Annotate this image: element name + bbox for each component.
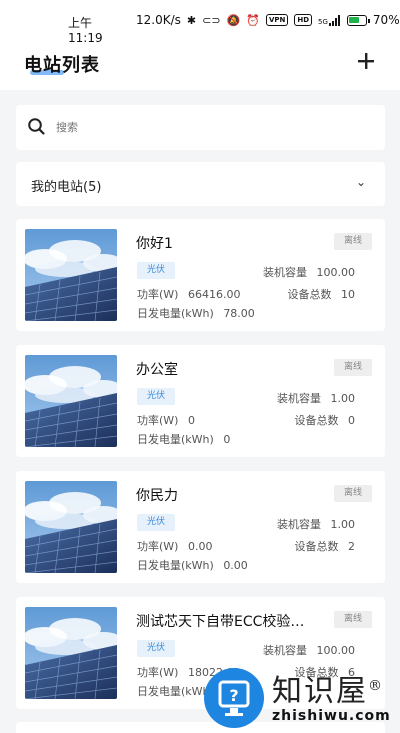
watermark-logo: ? 知识屋® zhishiwu.com bbox=[200, 664, 400, 733]
station-filter-dropdown[interactable]: 我的电站(5) ⌄ bbox=[16, 162, 385, 206]
search-icon bbox=[28, 118, 45, 135]
network-speed: 12.0K/s bbox=[136, 13, 181, 27]
solar-panel-image bbox=[25, 607, 117, 699]
bluetooth-icon: ✱ bbox=[186, 13, 197, 27]
battery-percent: 70% bbox=[372, 13, 400, 27]
power-value: 0 bbox=[187, 414, 195, 427]
alarm-icon: ⏰ bbox=[246, 13, 260, 27]
device-row: 设备总数 10 bbox=[288, 286, 356, 302]
solar-panel-image bbox=[25, 481, 117, 573]
station-thumbnail bbox=[25, 607, 117, 699]
energy-row: 日发电量(kWh) 0.00 bbox=[137, 557, 248, 573]
station-thumbnail bbox=[25, 229, 117, 321]
station-thumbnail bbox=[25, 355, 117, 447]
station-filter-label: 我的电站(5) bbox=[31, 180, 102, 195]
watermark-cn: 知识屋 bbox=[272, 674, 368, 709]
registered-mark: ® bbox=[368, 678, 384, 694]
svg-text:?: ? bbox=[229, 686, 238, 705]
energy-row: 日发电量(kWh) 0 bbox=[137, 431, 230, 447]
station-name: 测试芯天下自带ECC校验… bbox=[136, 614, 305, 630]
power-label: 功率(W) bbox=[137, 288, 179, 301]
status-badge: 离线 bbox=[334, 233, 372, 250]
energy-label: 日发电量(kWh) bbox=[137, 307, 214, 320]
device-value: 0 bbox=[348, 414, 355, 427]
capacity-value: 100.00 bbox=[316, 266, 356, 279]
capacity-value: 100.00 bbox=[316, 644, 356, 657]
capacity-row: 装机容量 100.00 bbox=[263, 642, 355, 658]
search-input[interactable] bbox=[56, 117, 356, 137]
energy-value: 0 bbox=[223, 433, 231, 446]
power-value: 66416.00 bbox=[187, 288, 241, 301]
capacity-label: 装机容量 bbox=[277, 392, 321, 405]
chevron-down-icon: ⌄ bbox=[356, 175, 367, 189]
watermark-cn-text: 知识屋® bbox=[272, 666, 384, 710]
energy-label: 日发电量(kWh) bbox=[137, 559, 214, 572]
station-card[interactable]: 你好1 离线 光伏 装机容量 100.00 功率(W) 66416.00 设备总… bbox=[16, 219, 385, 331]
power-row: 功率(W) 66416.00 bbox=[137, 286, 240, 302]
capacity-row: 装机容量 1.00 bbox=[277, 516, 355, 532]
device-row: 设备总数 0 bbox=[295, 412, 356, 428]
device-label: 设备总数 bbox=[287, 288, 332, 301]
type-badge: 光伏 bbox=[137, 514, 175, 531]
type-badge: 光伏 bbox=[137, 640, 175, 657]
power-value: 0.00 bbox=[187, 540, 213, 553]
question-monitor-icon: ? bbox=[218, 680, 250, 716]
station-card[interactable]: 办公室 离线 光伏 装机容量 1.00 功率(W) 0 设备总数 0 日发电量(… bbox=[16, 345, 385, 457]
status-bar: 上午11:19 12.0K/s ✱ ⊂⊃ 🔕 ⏰ VPN HD 5G 70% bbox=[0, 0, 400, 45]
power-label: 功率(W) bbox=[137, 666, 179, 679]
energy-label: 日发电量(kWh) bbox=[137, 433, 214, 446]
link-icon: ⊂⊃ bbox=[202, 13, 221, 27]
type-badge: 光伏 bbox=[137, 262, 175, 279]
watermark-badge-icon: ? bbox=[204, 668, 264, 728]
status-badge: 离线 bbox=[334, 485, 372, 502]
app-header: 电站列表 bbox=[0, 42, 400, 90]
energy-value: 0.00 bbox=[223, 559, 248, 572]
station-name: 你民力 bbox=[136, 488, 178, 504]
status-badge: 离线 bbox=[334, 611, 372, 628]
watermark-en-text: zhishiwu.com bbox=[272, 708, 391, 724]
battery-icon bbox=[346, 14, 370, 26]
power-row: 功率(W) 0.00 bbox=[137, 538, 212, 554]
station-card[interactable]: 你民力 离线 光伏 装机容量 1.00 功率(W) 0.00 设备总数 2 日发… bbox=[16, 471, 385, 583]
power-label: 功率(W) bbox=[137, 540, 179, 553]
type-badge: 光伏 bbox=[137, 388, 175, 405]
device-value: 10 bbox=[341, 288, 355, 301]
device-value: 2 bbox=[348, 540, 355, 553]
status-badge: 离线 bbox=[334, 359, 372, 376]
station-name: 办公室 bbox=[136, 362, 178, 378]
plus-icon bbox=[358, 53, 374, 69]
energy-row: 日发电量(kWh) 78.00 bbox=[137, 305, 255, 321]
capacity-label: 装机容量 bbox=[263, 644, 307, 657]
signal-icon: 5G bbox=[318, 14, 341, 26]
device-row: 设备总数 2 bbox=[295, 538, 356, 554]
capacity-value: 1.00 bbox=[330, 392, 356, 405]
vpn-badge: VPN bbox=[265, 14, 289, 26]
signal-bars-icon bbox=[328, 14, 340, 26]
station-thumbnail bbox=[25, 481, 117, 573]
status-right: 12.0K/s ✱ ⊂⊃ 🔕 ⏰ VPN HD 5G 70% bbox=[136, 13, 400, 27]
device-label: 设备总数 bbox=[294, 540, 339, 553]
solar-panel-image bbox=[25, 229, 117, 321]
device-label: 设备总数 bbox=[294, 414, 339, 427]
capacity-row: 装机容量 100.00 bbox=[263, 264, 355, 280]
solar-panel-image bbox=[25, 355, 117, 447]
power-label: 功率(W) bbox=[137, 414, 179, 427]
page-title: 电站列表 bbox=[24, 55, 100, 76]
capacity-value: 1.00 bbox=[330, 518, 356, 531]
network-type: 5G bbox=[318, 17, 328, 26]
capacity-label: 装机容量 bbox=[263, 266, 307, 279]
search-bar[interactable] bbox=[16, 105, 385, 150]
status-time: 上午11:19 bbox=[68, 16, 103, 45]
capacity-label: 装机容量 bbox=[277, 518, 321, 531]
add-station-button[interactable] bbox=[355, 50, 377, 72]
station-name: 你好1 bbox=[136, 236, 173, 252]
mute-icon: 🔕 bbox=[226, 13, 241, 27]
battery-fill bbox=[348, 16, 360, 23]
capacity-row: 装机容量 1.00 bbox=[277, 390, 355, 406]
energy-value: 78.00 bbox=[223, 307, 255, 320]
power-row: 功率(W) 0 bbox=[137, 412, 195, 428]
hd-badge: HD bbox=[294, 14, 313, 26]
